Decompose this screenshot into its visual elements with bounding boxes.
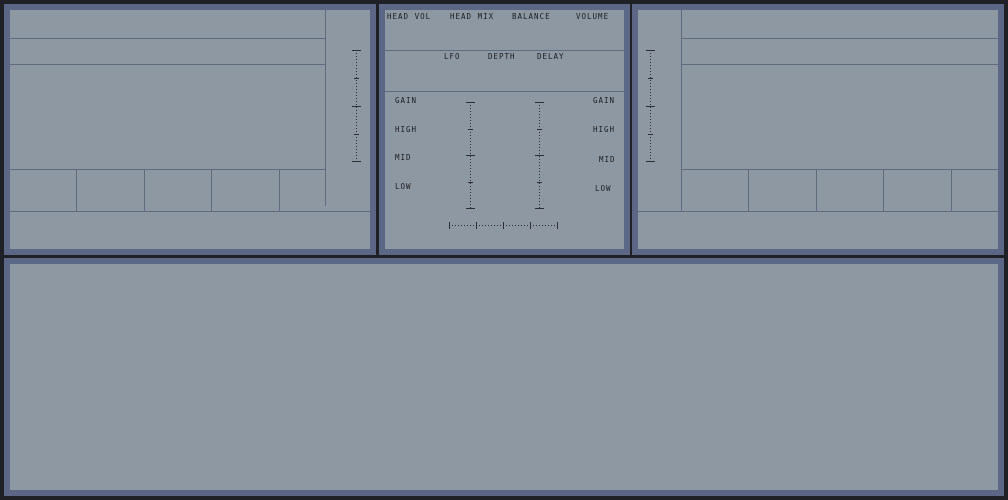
deck-left-progress-bar[interactable]: [10, 212, 370, 249]
right-gain-knob[interactable]: [581, 94, 621, 120]
deck-left-button-2[interactable]: [77, 170, 144, 211]
deck-left-button-4[interactable]: [212, 170, 279, 211]
deck-right-button-5[interactable]: [952, 170, 998, 211]
deck-right-button-3[interactable]: [817, 170, 883, 211]
crossfader[interactable]: [449, 222, 558, 229]
right-high-knob[interactable]: [581, 122, 621, 148]
deck-right-progress-bar[interactable]: [638, 212, 998, 249]
deck-right-pitch-fader[interactable]: [646, 50, 655, 162]
deck-right-waveform-display[interactable]: [682, 65, 998, 169]
right-low-knob[interactable]: [581, 178, 621, 204]
mixer-surface: HEAD VOL HEAD MIX BALANCE VOLUME LFO DEP…: [385, 10, 624, 249]
head-vol-control[interactable]: [385, 10, 445, 50]
left-gain-knob[interactable]: [391, 94, 431, 120]
library-browser-area[interactable]: [10, 264, 998, 490]
deck-left-button-3[interactable]: [145, 170, 211, 211]
balance-control[interactable]: [505, 10, 567, 50]
head-mix-control[interactable]: [445, 10, 505, 50]
channel-left-fader[interactable]: [466, 102, 475, 209]
deck-right-button-4[interactable]: [884, 170, 951, 211]
deck-left-waveform-display[interactable]: [10, 65, 325, 169]
library-browser-panel: [4, 258, 1004, 496]
deck-left-button-5[interactable]: [280, 170, 325, 211]
deck-right: [632, 4, 1004, 255]
deck-right-button-1[interactable]: [682, 170, 748, 211]
divider: [385, 91, 624, 92]
depth-control[interactable]: [480, 51, 530, 91]
deck-left-track-title-field[interactable]: [10, 10, 325, 38]
volume-control[interactable]: [567, 10, 624, 50]
deck-left-track-info-field[interactable]: [10, 39, 325, 64]
deck-left: [4, 4, 376, 255]
lfo-control[interactable]: [435, 51, 480, 91]
delay-control[interactable]: [530, 51, 575, 91]
right-mid-knob[interactable]: [581, 150, 621, 176]
deck-left-button-1[interactable]: [10, 170, 76, 211]
deck-left-surface: [10, 10, 370, 249]
left-high-knob[interactable]: [391, 122, 431, 148]
deck-right-track-title-field[interactable]: [682, 10, 998, 38]
deck-right-button-2[interactable]: [749, 170, 816, 211]
left-low-knob[interactable]: [391, 178, 431, 204]
divider: [325, 10, 326, 206]
deck-right-surface: [638, 10, 998, 249]
deck-right-track-info-field[interactable]: [682, 39, 998, 64]
channel-right-fader[interactable]: [535, 102, 544, 209]
deck-left-pitch-fader[interactable]: [352, 50, 361, 162]
mixer-panel: HEAD VOL HEAD MIX BALANCE VOLUME LFO DEP…: [379, 4, 630, 255]
left-mid-knob[interactable]: [391, 150, 431, 176]
